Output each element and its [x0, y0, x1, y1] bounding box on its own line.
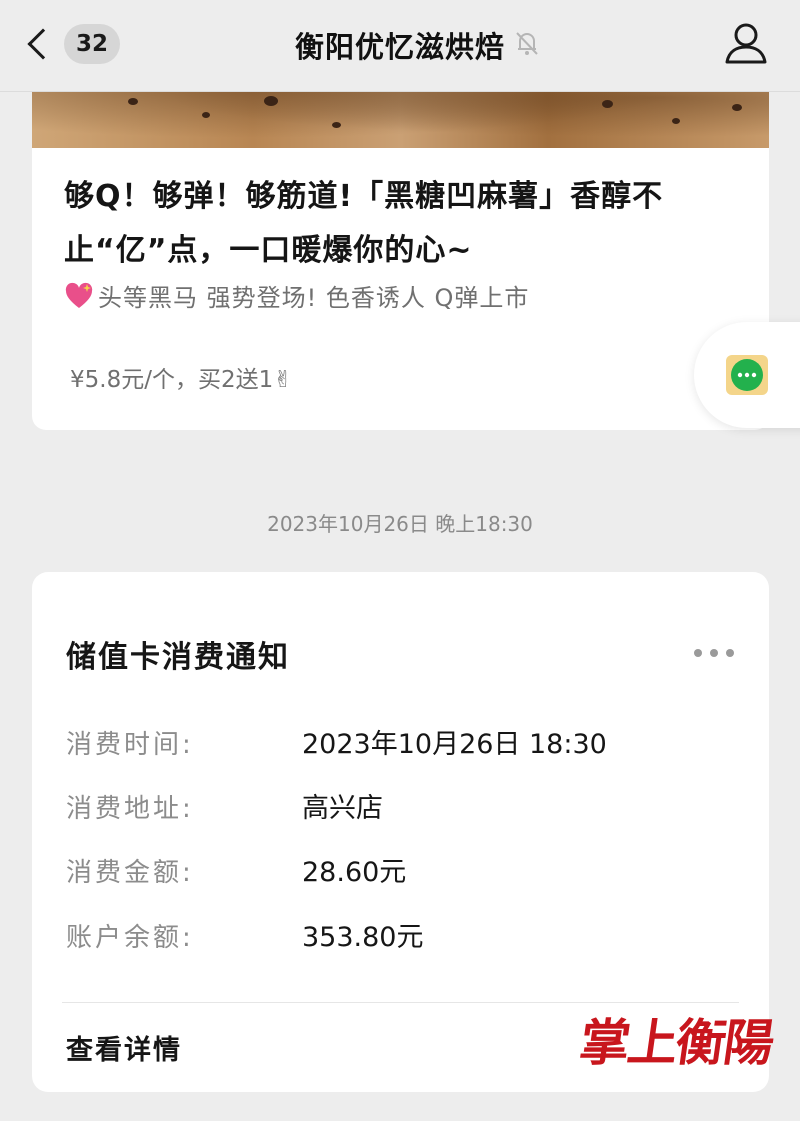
article-card[interactable]: 够Q！够弹！够筋道!「黑糖凹麻薯」香醇不止“亿”点，一口暖爆你的心~ 头等黑马 …	[32, 92, 769, 430]
top-nav-bar: 32 衡阳优忆滋烘焙	[0, 0, 800, 92]
field-row-amount: 消费金额: 28.60元	[66, 851, 746, 895]
field-row-address: 消费地址: 高兴店	[66, 787, 746, 831]
more-dots-icon	[694, 649, 702, 657]
profile-button[interactable]	[720, 18, 772, 70]
field-label: 消费地址:	[66, 794, 194, 824]
back-arrow-icon	[27, 28, 59, 60]
field-row-balance: 账户余额: 353.80元	[66, 916, 746, 960]
watermark-logo: 掌上衡陽	[575, 1013, 777, 1072]
floating-more-button[interactable]	[694, 322, 800, 428]
field-label: 账户余额:	[66, 923, 194, 953]
field-value: 28.60元	[302, 857, 407, 888]
article-subtitle-text: 头等黑马 强势登场! 色香诱人 Q弹上市	[98, 284, 530, 312]
article-cover-image	[32, 92, 769, 148]
article-title: 够Q！够弹！够筋道!「黑糖凹麻薯」香醇不止“亿”点，一口暖爆你的心~	[64, 179, 664, 268]
field-value: 2023年10月26日 18:30	[302, 729, 607, 760]
bell-off-icon	[516, 32, 538, 55]
field-value: 353.80元	[302, 922, 424, 953]
field-value: 高兴店	[302, 793, 383, 824]
sparkling-heart-icon	[65, 282, 93, 308]
divider	[62, 1002, 739, 1003]
person-icon	[725, 23, 767, 64]
back-button[interactable]: 32	[22, 18, 142, 70]
more-chat-icon	[726, 355, 768, 395]
article-price: ¥5.8元/个，买2送1✌	[70, 367, 293, 393]
article-subtitle: 头等黑马 强势登场! 色香诱人 Q弹上市	[64, 280, 754, 316]
message-timestamp: 2023年10月26日 晚上18:30	[267, 512, 533, 536]
notice-title: 储值卡消费通知	[66, 640, 290, 675]
field-label: 消费金额:	[66, 858, 194, 888]
field-row-time: 消费时间: 2023年10月26日 18:30	[66, 723, 746, 767]
view-details-link[interactable]: 查看详情	[66, 1028, 182, 1067]
field-label: 消费时间:	[66, 730, 194, 760]
more-options-button[interactable]	[692, 638, 736, 668]
unread-count-badge: 32	[64, 24, 121, 64]
